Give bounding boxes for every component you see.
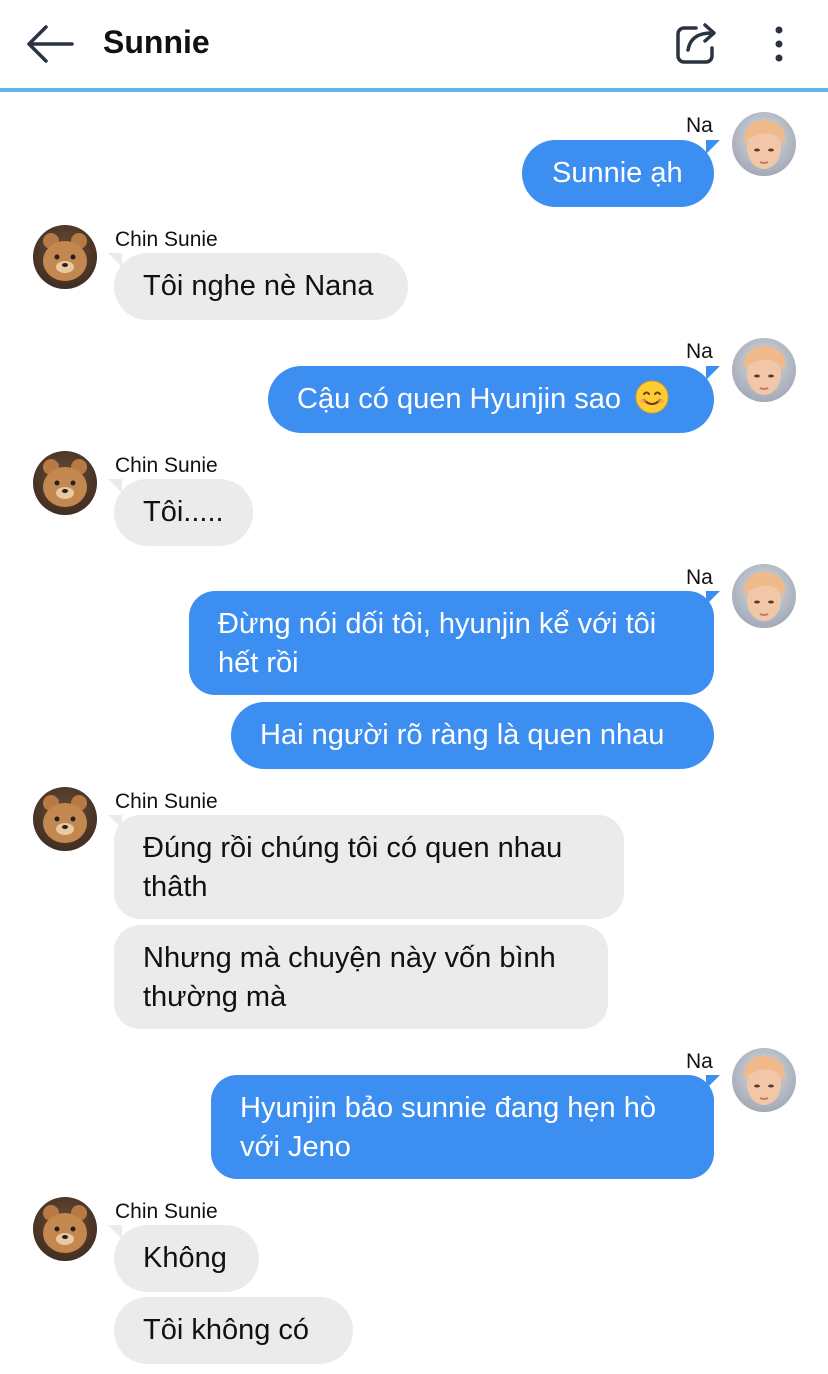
sender-name-chin-sunie: Chin Sunie bbox=[115, 790, 218, 813]
bubble-tail bbox=[108, 1225, 122, 1239]
avatar-chin-sunie[interactable] bbox=[33, 787, 97, 851]
message-bubble-incoming[interactable]: Tôi nghe nè Nana bbox=[114, 253, 408, 320]
message-bubble-outgoing[interactable]: Hai người rõ ràng là quen nhau bbox=[231, 702, 714, 769]
avatar-na[interactable] bbox=[732, 1048, 796, 1112]
back-button[interactable] bbox=[24, 22, 76, 66]
message-bubble-outgoing[interactable]: Sunnie ạh bbox=[522, 140, 714, 207]
message-text: Sunnie ạh bbox=[552, 157, 683, 189]
share-icon bbox=[676, 23, 716, 64]
bear-avatar-image bbox=[33, 1197, 97, 1261]
share-button[interactable] bbox=[672, 20, 722, 68]
sender-name-chin-sunie: Chin Sunie bbox=[115, 1200, 218, 1223]
message-bubble-outgoing[interactable]: Đừng nói dối tôi, hyunjin kể với tôi hết… bbox=[189, 591, 714, 695]
chat-title: Sunnie bbox=[103, 24, 210, 60]
message-text-line-1: Hyunjin bảo sunnie đang hẹn hò bbox=[240, 1092, 656, 1124]
message-text: Tôi không có bbox=[143, 1314, 310, 1346]
message-text: Cậu có quen Hyunjin sao bbox=[297, 383, 622, 415]
header-divider bbox=[0, 88, 828, 92]
message-text-line-2: thâth bbox=[143, 871, 208, 903]
message-text-line-2: với Jeno bbox=[240, 1131, 351, 1163]
message-text-line-2: thường mà bbox=[143, 981, 287, 1013]
message-bubble-incoming[interactable]: Nhưng mà chuyện này vốn bình thường mà bbox=[114, 925, 608, 1029]
bubble-tail bbox=[706, 140, 720, 154]
bubble-tail bbox=[108, 253, 122, 267]
message-bubble-outgoing[interactable]: Hyunjin bảo sunnie đang hẹn hò với Jeno bbox=[211, 1075, 714, 1179]
avatar-chin-sunie[interactable] bbox=[33, 1197, 97, 1261]
avatar-na-image bbox=[732, 564, 796, 628]
message-text-line-1: Nhưng mà chuyện này vốn bình bbox=[143, 942, 556, 974]
bear-avatar-image bbox=[33, 225, 97, 289]
bear-avatar-image bbox=[33, 451, 97, 515]
more-vertical-icon bbox=[775, 26, 783, 62]
message-text-line-1: Đừng nói dối tôi, hyunjin kể với tôi bbox=[218, 608, 657, 640]
sender-name-na: Na bbox=[686, 340, 713, 363]
message-bubble-incoming[interactable]: Tôi..... bbox=[114, 479, 253, 546]
sender-name-chin-sunie: Chin Sunie bbox=[115, 228, 218, 251]
avatar-na-image bbox=[732, 1048, 796, 1112]
avatar-na[interactable] bbox=[732, 564, 796, 628]
sender-name-na: Na bbox=[686, 1050, 713, 1073]
avatar-chin-sunie[interactable] bbox=[33, 451, 97, 515]
avatar-na-image bbox=[732, 112, 796, 176]
smiley-emoji-icon bbox=[635, 380, 669, 414]
avatar-na[interactable] bbox=[732, 112, 796, 176]
message-text-line-2: hết rồi bbox=[218, 647, 299, 679]
chat-header: Sunnie bbox=[0, 0, 828, 88]
message-bubble-incoming[interactable]: Không bbox=[114, 1225, 259, 1292]
message-text-line-1: Đúng rồi chúng tôi có quen nhau bbox=[143, 832, 563, 864]
sender-name-na: Na bbox=[686, 566, 713, 589]
sender-name-chin-sunie: Chin Sunie bbox=[115, 454, 218, 477]
bubble-tail bbox=[108, 815, 122, 829]
more-options-button[interactable] bbox=[764, 22, 794, 66]
message-text: Tôi..... bbox=[143, 496, 224, 528]
back-arrow-icon bbox=[27, 25, 74, 63]
sender-name-na: Na bbox=[686, 114, 713, 137]
bubble-tail bbox=[706, 1075, 720, 1089]
bubble-tail bbox=[706, 591, 720, 605]
bubble-tail bbox=[706, 366, 720, 380]
message-bubble-outgoing[interactable]: Cậu có quen Hyunjin sao bbox=[268, 366, 714, 433]
avatar-na[interactable] bbox=[732, 338, 796, 402]
message-bubble-incoming[interactable]: Tôi không có bbox=[114, 1297, 353, 1364]
bubble-tail bbox=[108, 479, 122, 493]
message-text: Hai người rõ ràng là quen nhau bbox=[260, 719, 665, 751]
avatar-na-image bbox=[732, 338, 796, 402]
message-text: Không bbox=[143, 1242, 227, 1274]
message-text: Tôi nghe nè Nana bbox=[143, 270, 374, 302]
avatar-chin-sunie[interactable] bbox=[33, 225, 97, 289]
message-bubble-incoming[interactable]: Đúng rồi chúng tôi có quen nhau thâth bbox=[114, 815, 624, 919]
bear-avatar-image bbox=[33, 787, 97, 851]
